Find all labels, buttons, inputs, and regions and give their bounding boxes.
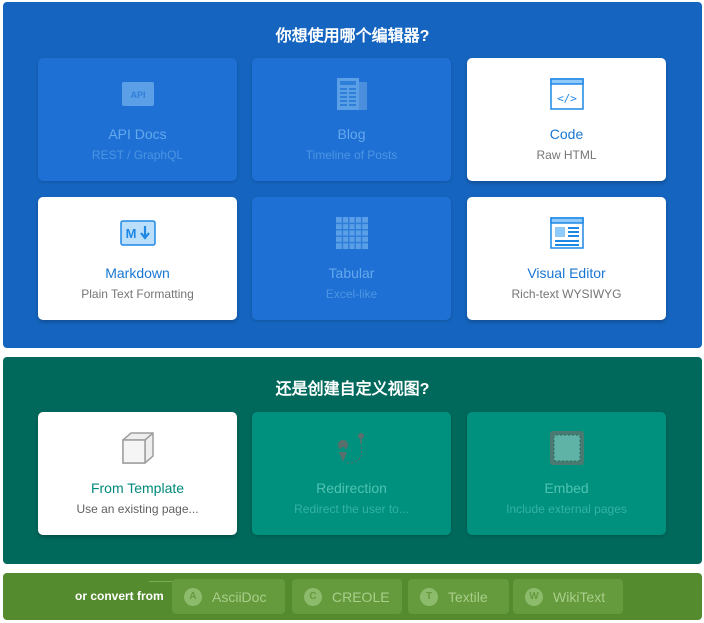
- convert-asciidoc-button[interactable]: A AsciiDoc: [172, 579, 285, 614]
- custom-card-embed[interactable]: Embed Include external pages: [467, 412, 666, 535]
- card-title: Embed: [544, 480, 589, 496]
- table-icon: [334, 215, 370, 251]
- card-title: Visual Editor: [527, 265, 606, 281]
- card-title: API Docs: [108, 126, 167, 142]
- convert-textile-button[interactable]: T Textile: [408, 579, 509, 614]
- wikitext-icon: W: [525, 587, 543, 606]
- card-title: Code: [549, 126, 584, 142]
- creole-icon: C: [304, 587, 322, 606]
- card-subtitle: Excel-like: [325, 287, 378, 301]
- convert-option-label: CREOLE: [332, 588, 390, 605]
- convert-option-label: WikiText: [553, 588, 606, 605]
- blog-icon: [334, 76, 370, 112]
- editor-card-api-docs[interactable]: API API Docs REST / GraphQL: [38, 58, 237, 181]
- card-subtitle: Use an existing page...: [76, 502, 199, 516]
- cube-icon: [120, 430, 156, 466]
- markdown-icon: M: [119, 215, 156, 251]
- card-subtitle: REST / GraphQL: [91, 148, 184, 162]
- asciidoc-icon: A: [184, 587, 202, 606]
- card-title: From Template: [90, 480, 185, 496]
- svg-text:M: M: [125, 226, 136, 241]
- redirect-icon: [334, 430, 370, 466]
- convert-option-label: Textile: [448, 588, 488, 605]
- divider-line: [149, 581, 173, 582]
- custom-view-question-heading: 还是创建自定义视图?: [275, 381, 430, 398]
- card-subtitle: Timeline of Posts: [305, 148, 398, 162]
- custom-view-panel: 还是创建自定义视图? From Template Use an existing…: [3, 357, 702, 564]
- api-icon: API: [120, 76, 156, 112]
- editor-card-code[interactable]: </> Code Raw HTML: [467, 58, 666, 181]
- card-subtitle: Redirect the user to...: [294, 502, 409, 516]
- card-title: Tabular: [328, 265, 375, 281]
- card-subtitle: Include external pages: [506, 502, 627, 516]
- code-icon: </>: [549, 76, 585, 112]
- editor-card-blog[interactable]: Blog Timeline of Posts: [252, 58, 451, 181]
- editor-card-markdown[interactable]: M Markdown Plain Text Formatting: [38, 197, 237, 320]
- card-title: Blog: [337, 126, 366, 142]
- svg-text:API: API: [130, 90, 145, 100]
- card-subtitle: Rich-text WYSIWYG: [511, 287, 622, 301]
- custom-card-from-template[interactable]: From Template Use an existing page...: [38, 412, 237, 535]
- card-title: Redirection: [316, 480, 387, 496]
- visual-editor-icon: [549, 215, 585, 251]
- convert-wikitext-button[interactable]: W WikiText: [513, 579, 623, 614]
- custom-card-redirection[interactable]: Redirection Redirect the user to...: [252, 412, 451, 535]
- convert-option-label: AsciiDoc: [212, 588, 267, 605]
- card-subtitle: Plain Text Formatting: [81, 287, 194, 301]
- textile-icon: T: [420, 587, 438, 606]
- editor-question-heading: 你想使用哪个编辑器?: [275, 28, 430, 45]
- card-subtitle: Raw HTML: [536, 148, 597, 162]
- convert-from-label: or convert from: [75, 589, 164, 603]
- embed-icon: [549, 430, 585, 466]
- svg-text:</>: </>: [557, 92, 577, 105]
- editor-card-tabular[interactable]: Tabular Excel-like: [252, 197, 451, 320]
- editor-card-visual-editor[interactable]: Visual Editor Rich-text WYSIWYG: [467, 197, 666, 320]
- card-title: Markdown: [105, 265, 170, 281]
- convert-from-panel: or convert from A AsciiDoc C CREOLE T Te…: [3, 573, 702, 620]
- editor-selection-panel: 你想使用哪个编辑器? API API Docs REST / GraphQL B…: [3, 2, 702, 348]
- convert-creole-button[interactable]: C CREOLE: [292, 579, 402, 614]
